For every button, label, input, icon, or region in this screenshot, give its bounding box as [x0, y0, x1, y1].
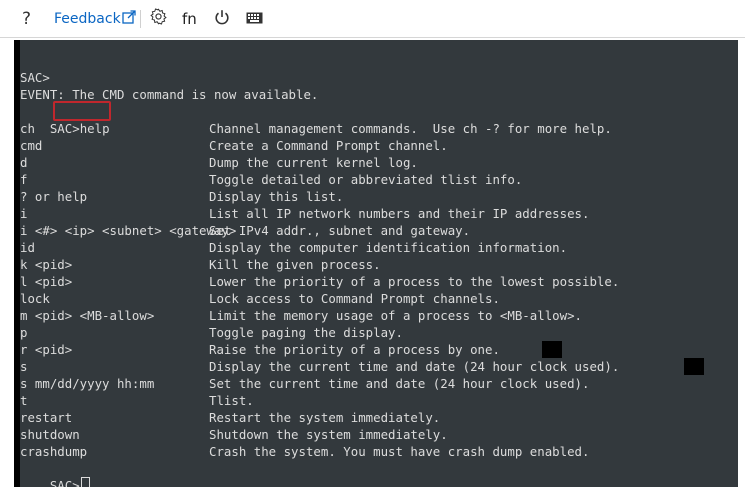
help-command: id — [20, 240, 35, 255]
help-description: Set the current time and date (24 hour c… — [209, 376, 590, 391]
selection-tail — [542, 341, 562, 358]
help-description: Raise the priority of a process by one. — [209, 342, 500, 357]
help-command: i <#> <ip> <subnet> <gateway> — [20, 223, 237, 238]
help-command: crashdump — [20, 444, 88, 459]
help-command: r <pid> — [20, 342, 73, 357]
help-command: f — [20, 172, 28, 187]
prompt-text: SAC> — [49, 121, 80, 136]
help-button[interactable]: ? — [22, 0, 31, 37]
selection-tail — [684, 358, 704, 375]
help-command: t — [20, 393, 28, 408]
help-command: s — [20, 359, 28, 374]
command-highlight-box — [53, 101, 111, 121]
help-description: Toggle detailed or abbreviated tlist inf… — [209, 172, 523, 187]
text-cursor — [80, 477, 90, 487]
power-icon — [214, 9, 230, 29]
help-command: ch — [20, 121, 35, 136]
help-description: Channel management commands. Use ch -? f… — [209, 121, 612, 136]
help-description: List all IP network numbers and their IP… — [209, 206, 590, 221]
help-description: Display the current time and date (24 ho… — [209, 359, 620, 374]
help-command: p — [20, 325, 28, 340]
help-command: m <pid> <MB-allow> — [20, 308, 155, 323]
feedback-label: Feedback — [54, 10, 121, 27]
help-description: Lock access to Command Prompt channels. — [209, 291, 500, 306]
help-command: l <pid> — [20, 274, 73, 289]
settings-button[interactable] — [150, 0, 167, 37]
terminal-line: SAC> — [20, 70, 50, 85]
help-description: Display the computer identification info… — [209, 240, 568, 255]
help-description: Dump the current kernel log. — [209, 155, 418, 170]
help-command: ? or help — [20, 189, 88, 204]
help-command: i — [20, 206, 28, 221]
toolbar-divider — [140, 10, 141, 28]
final-prompt: SAC> — [49, 478, 80, 487]
help-command: s mm/dd/yyyy hh:mm — [20, 376, 155, 391]
help-command: k <pid> — [20, 257, 73, 272]
help-description: Limit the memory usage of a process to <… — [209, 308, 582, 323]
help-command: d — [20, 155, 28, 170]
help-command: cmd — [20, 138, 43, 153]
help-command: lock — [20, 291, 50, 306]
help-description: Display this list. — [209, 189, 344, 204]
help-description: Lower the priority of a process to the l… — [209, 274, 620, 289]
keyboard-button[interactable] — [246, 0, 263, 37]
final-prompt-line: SAC> — [20, 460, 90, 487]
typed-command: help — [79, 121, 110, 136]
function-keys-button[interactable]: fn — [182, 0, 197, 37]
external-link-icon — [122, 9, 136, 28]
help-description: Crash the system. You must have crash du… — [209, 444, 590, 459]
keyboard-icon — [246, 9, 263, 28]
help-description: Toggle paging the display. — [209, 325, 403, 340]
feedback-link[interactable]: Feedback — [54, 0, 136, 37]
serial-console-terminal[interactable]: SAC> EVENT: The CMD command is now avail… — [20, 40, 738, 487]
help-description: Shutdown the system immediately. — [209, 427, 448, 442]
fn-label: fn — [182, 9, 197, 28]
help-description: Kill the given process. — [209, 257, 381, 272]
console-toolbar: ? Feedback fn — [0, 0, 745, 38]
page-edge — [738, 40, 745, 492]
help-description: Set IPv4 addr., subnet and gateway. — [209, 223, 471, 238]
help-command: restart — [20, 410, 73, 425]
help-description: Tlist. — [209, 393, 254, 408]
help-description: Restart the system immediately. — [209, 410, 441, 425]
help-icon: ? — [22, 8, 32, 29]
gear-icon — [150, 8, 167, 29]
power-button[interactable] — [214, 0, 230, 37]
help-description: Create a Command Prompt channel. — [209, 138, 448, 153]
help-command: shutdown — [20, 427, 80, 442]
